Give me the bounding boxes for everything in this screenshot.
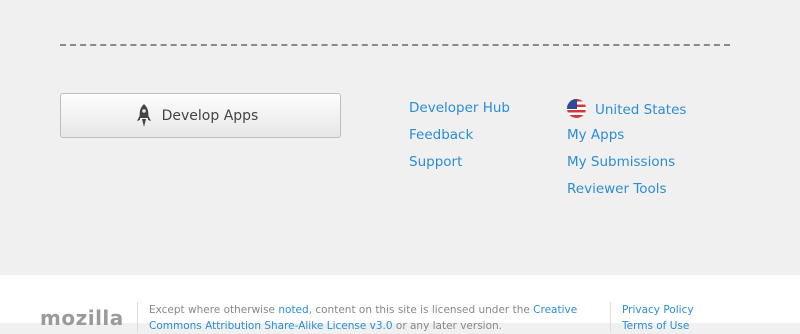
noted-link[interactable]: noted	[278, 304, 308, 316]
us-flag-icon	[567, 99, 586, 118]
legal-prefix: Except where otherwise	[149, 304, 279, 316]
footer-lower: mozilla Except where otherwise noted, co…	[0, 275, 800, 332]
develop-apps-button[interactable]: Develop Apps	[60, 93, 341, 138]
mozilla-logo[interactable]: mozilla	[40, 306, 124, 330]
footer-upper: Develop Apps Developer Hub Feedback Supp…	[0, 0, 800, 275]
terms-of-use-link[interactable]: Terms of Use	[622, 318, 694, 334]
developer-hub-link[interactable]: Developer Hub	[409, 99, 510, 126]
reviewer-tools-link[interactable]: Reviewer Tools	[567, 180, 686, 207]
legal-suffix: or any later version.	[392, 320, 502, 332]
developer-links: Developer Hub Feedback Support	[409, 99, 510, 180]
dashed-divider	[60, 44, 730, 46]
footer-separator	[610, 302, 611, 332]
policy-links: Privacy Policy Terms of Use	[622, 302, 694, 334]
my-submissions-link[interactable]: My Submissions	[567, 153, 686, 180]
account-links: United States My Apps My Submissions Rev…	[567, 99, 686, 207]
legal-mid: , content on this site is licensed under…	[308, 304, 534, 316]
develop-apps-label: Develop Apps	[161, 107, 259, 124]
rocket-icon	[135, 103, 153, 129]
privacy-policy-link[interactable]: Privacy Policy	[622, 302, 694, 318]
feedback-link[interactable]: Feedback	[409, 126, 510, 153]
my-apps-link[interactable]: My Apps	[567, 126, 686, 153]
license-notice: Except where otherwise noted, content on…	[149, 302, 589, 334]
footer-separator	[137, 302, 138, 332]
region-link[interactable]: United States	[567, 99, 686, 126]
support-link[interactable]: Support	[409, 153, 510, 180]
region-label: United States	[595, 102, 687, 118]
